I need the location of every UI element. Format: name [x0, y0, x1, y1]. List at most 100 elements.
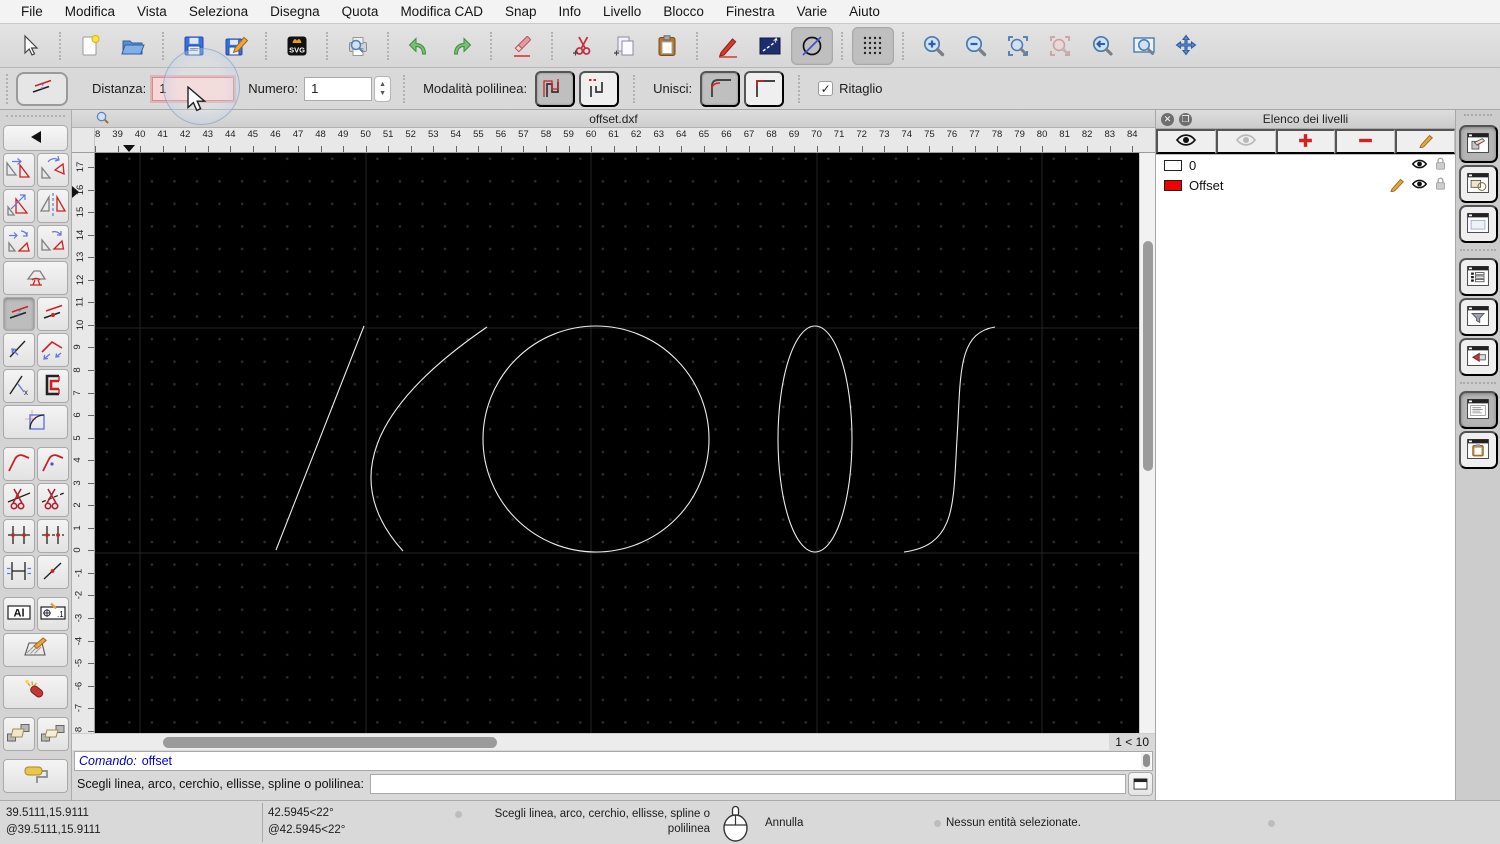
tool-rotate[interactable] [37, 153, 69, 187]
svg-export-button[interactable]: SVG [276, 27, 318, 65]
selection-filter-dock-button[interactable] [1458, 298, 1498, 336]
menu-disegna[interactable]: Disegna [259, 4, 331, 19]
library-browser-dock-button[interactable] [1458, 205, 1498, 243]
layer-lock-icon[interactable] [1434, 156, 1447, 174]
command-line-dock-button[interactable] [1458, 391, 1498, 429]
tool-block-edit-copy[interactable] [37, 717, 69, 751]
command-options-button[interactable] [1128, 772, 1153, 796]
edit-layer-button[interactable] [1395, 129, 1455, 154]
tool-trim-extend[interactable] [3, 333, 35, 367]
tool-corner-fillet[interactable] [3, 447, 35, 481]
tool-revert-direction[interactable] [3, 261, 68, 295]
tool-scale[interactable] [3, 189, 35, 223]
coordinate-line-tool-button[interactable] [749, 27, 791, 65]
menu-vista[interactable]: Vista [126, 4, 178, 19]
menu-snap[interactable]: Snap [494, 4, 548, 19]
zoom-pan-button[interactable] [1165, 27, 1207, 65]
tool-move-rotate[interactable] [3, 225, 35, 259]
tool-move[interactable] [3, 153, 35, 187]
tool-block-edit[interactable] [3, 717, 35, 751]
grid-toggle-button[interactable] [852, 26, 894, 65]
zoom-window-button[interactable] [1123, 27, 1165, 65]
tool-stretch-points[interactable] [3, 519, 35, 553]
tool-text-edit[interactable]: Al [3, 597, 35, 631]
zoom-auto-button[interactable] [997, 27, 1039, 65]
tool-offset-point[interactable] [37, 297, 69, 331]
console-scrollbar[interactable] [1141, 753, 1151, 769]
menu-quota[interactable]: Quota [331, 4, 390, 19]
add-layer-button[interactable] [1275, 129, 1336, 154]
block-list-dock-button[interactable] [1458, 165, 1498, 203]
detach-panel-button[interactable]: ❐ [1179, 112, 1192, 126]
view-previous-button[interactable] [1081, 27, 1123, 65]
join-sharp-button[interactable] [744, 70, 785, 107]
copy-button[interactable] [604, 27, 646, 65]
drawing-canvas[interactable] [95, 153, 1139, 733]
zoom-selection-button[interactable] [1039, 27, 1081, 65]
menu-aiuto[interactable]: Aiuto [838, 4, 891, 19]
tool-back-button[interactable] [3, 125, 68, 151]
delete-entity-button[interactable] [501, 27, 543, 65]
command-input[interactable] [369, 774, 1126, 794]
vertical-scrollbar[interactable] [1139, 153, 1155, 733]
pencil-tool-button[interactable] [707, 27, 749, 65]
menu-modifica[interactable]: Modifica [54, 4, 126, 19]
remove-layer-button[interactable] [1335, 129, 1396, 154]
layer-editable-icon[interactable] [1389, 176, 1405, 195]
hide-all-layers-button[interactable] [1215, 129, 1276, 154]
tool-explode[interactable] [3, 675, 68, 709]
tool-divide-point[interactable] [37, 555, 69, 589]
tool-polyline-morph[interactable] [37, 369, 69, 403]
layer-row[interactable]: Offset [1156, 175, 1455, 195]
save-button[interactable] [173, 27, 215, 65]
clip-checkbox[interactable]: ✓ Ritaglio [818, 81, 883, 96]
print-preview-button[interactable] [337, 27, 379, 65]
layer-row[interactable]: 0 [1156, 155, 1455, 175]
menu-blocco[interactable]: Blocco [652, 4, 715, 19]
new-document-button[interactable] [70, 27, 112, 65]
menu-info[interactable]: Info [548, 4, 593, 19]
polyline-mode-separate-button[interactable] [579, 70, 620, 107]
cut-button[interactable] [562, 27, 604, 65]
offset-tool-button[interactable] [16, 71, 68, 106]
tool-corner-fillet-point[interactable] [37, 447, 69, 481]
tool-hatch-edit[interactable] [3, 633, 68, 667]
command-history-dock-button[interactable] [1458, 338, 1498, 376]
open-document-button[interactable] [112, 27, 154, 65]
menu-file[interactable]: File [10, 4, 54, 19]
horizontal-scrollbar[interactable] [95, 734, 1109, 750]
close-panel-button[interactable]: ✕ [1161, 112, 1174, 126]
layer-list-dock-button[interactable] [1458, 125, 1498, 163]
zoom-in-button[interactable] [913, 27, 955, 65]
tool-trim-cut-two[interactable] [37, 483, 69, 517]
zoom-out-button[interactable] [955, 27, 997, 65]
clipboard-panel-dock-button[interactable] [1458, 431, 1498, 469]
property-editor-dock-button[interactable] [1458, 258, 1498, 296]
menu-seleziona[interactable]: Seleziona [178, 4, 259, 19]
layer-visible-icon[interactable] [1411, 158, 1428, 173]
menu-finestra[interactable]: Finestra [715, 4, 786, 19]
save-as-button[interactable] [215, 27, 257, 65]
show-all-layers-button[interactable] [1156, 129, 1216, 154]
pointer-button[interactable] [9, 27, 51, 65]
tool-dimension-edit[interactable]: .1 [37, 597, 69, 631]
tool-stretch-dashed[interactable] [37, 519, 69, 553]
join-round-button[interactable] [700, 70, 741, 107]
tool-fillet-rect[interactable] [3, 405, 68, 439]
layer-color-swatch[interactable] [1164, 159, 1182, 171]
polyline-mode-keep-button[interactable] [535, 70, 576, 107]
horizontal-scrollbar-thumb[interactable] [163, 736, 497, 748]
number-stepper[interactable]: ▲ ▼ [374, 75, 392, 102]
undo-button[interactable] [398, 27, 440, 65]
tool-offset[interactable] [3, 297, 35, 331]
tool-lengthen[interactable] [37, 333, 69, 367]
paste-button[interactable] [646, 27, 688, 65]
menu-modifica-cad[interactable]: Modifica CAD [389, 4, 494, 19]
menu-livello[interactable]: Livello [592, 4, 652, 19]
tool-trim-cut[interactable] [3, 483, 35, 517]
menu-varie[interactable]: Varie [786, 4, 839, 19]
tool-paint-attributes[interactable] [3, 759, 68, 793]
command-history[interactable]: Comando: offset [74, 751, 1153, 771]
number-input[interactable] [304, 76, 373, 101]
distance-input[interactable] [152, 76, 235, 101]
